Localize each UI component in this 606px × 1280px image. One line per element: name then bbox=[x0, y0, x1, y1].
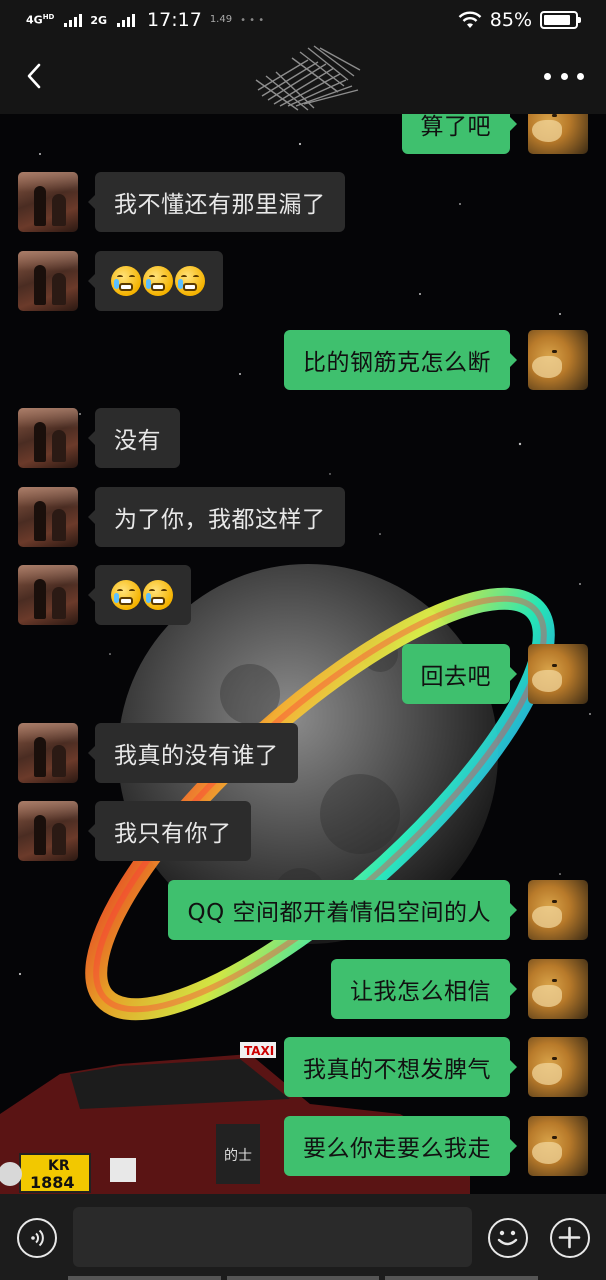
clock: 17:17 bbox=[147, 9, 202, 31]
plate-bottom-text: 1884 bbox=[30, 1173, 75, 1192]
status-right: 85% bbox=[458, 9, 581, 31]
status-bar: 4GHD 2G 17:17 1.49 • • • 85% bbox=[0, 0, 606, 40]
contact-avatar[interactable] bbox=[18, 172, 78, 232]
voice-icon bbox=[31, 1229, 44, 1247]
battery-percent: 85% bbox=[489, 9, 532, 31]
crying-face-icon bbox=[143, 266, 173, 296]
more-functions-button[interactable] bbox=[550, 1218, 590, 1258]
more-options-button[interactable] bbox=[544, 66, 584, 86]
my-avatar[interactable] bbox=[528, 1116, 588, 1176]
emoji-button[interactable] bbox=[488, 1218, 528, 1258]
crying-face-icon bbox=[143, 580, 173, 610]
message-bubble-received[interactable]: 为了你，我都这样了 bbox=[88, 487, 345, 547]
my-avatar[interactable] bbox=[528, 330, 588, 390]
my-avatar[interactable] bbox=[528, 959, 588, 1019]
taxi-sign-text: TAXI bbox=[244, 1044, 274, 1058]
message-input[interactable] bbox=[73, 1207, 472, 1267]
signal-bars-icon bbox=[117, 13, 136, 27]
crying-face-icon bbox=[111, 266, 141, 296]
contact-avatar[interactable] bbox=[18, 565, 78, 625]
crying-face-icon bbox=[111, 580, 141, 610]
my-avatar[interactable] bbox=[528, 1037, 588, 1097]
message-bubble-received-emoji[interactable] bbox=[88, 251, 223, 311]
message-bubble-sent[interactable]: 让我怎么相信 bbox=[331, 959, 517, 1019]
wifi-icon bbox=[458, 11, 482, 28]
gesture-bar bbox=[68, 1276, 539, 1280]
smiley-icon bbox=[497, 1230, 518, 1246]
taxi-door-text: 的士 bbox=[224, 1148, 252, 1164]
chat-area[interactable]: TAXI KR 1884 的士 算了吧 我不懂还有那里漏了 比的钢筋克怎么断 没… bbox=[0, 114, 606, 1194]
more-horizontal-icon bbox=[544, 72, 551, 80]
chevron-left-icon bbox=[27, 63, 41, 89]
message-bubble-received[interactable]: 我只有你了 bbox=[88, 801, 251, 861]
signal-bars-icon bbox=[64, 13, 83, 27]
my-avatar[interactable] bbox=[528, 114, 588, 154]
notification-dots-icon: • • • bbox=[240, 14, 265, 26]
message-bubble-received[interactable]: 我不懂还有那里漏了 bbox=[88, 172, 345, 232]
message-bubble-received-emoji[interactable] bbox=[88, 565, 191, 625]
voice-button[interactable] bbox=[17, 1218, 57, 1258]
my-avatar[interactable] bbox=[528, 880, 588, 940]
message-bubble-received[interactable]: 没有 bbox=[88, 408, 180, 468]
contact-avatar[interactable] bbox=[18, 408, 78, 468]
plus-icon bbox=[558, 1226, 581, 1249]
message-bubble-sent[interactable]: QQ 空间都开着情侣空间的人 bbox=[168, 880, 517, 940]
input-bar bbox=[0, 1194, 606, 1280]
contact-avatar[interactable] bbox=[18, 801, 78, 861]
chat-header bbox=[0, 40, 606, 114]
message-bubble-sent[interactable]: 算了吧 bbox=[401, 114, 517, 154]
back-button[interactable] bbox=[16, 58, 52, 94]
battery-icon bbox=[540, 11, 581, 29]
message-bubble-sent[interactable]: 回去吧 bbox=[401, 644, 517, 704]
message-bubble-received[interactable]: 我真的没有谁了 bbox=[88, 723, 298, 783]
my-avatar[interactable] bbox=[528, 644, 588, 704]
message-bubble-sent[interactable]: 我真的不想发脾气 bbox=[284, 1037, 517, 1097]
contact-avatar[interactable] bbox=[18, 487, 78, 547]
plate-top-text: KR bbox=[48, 1158, 70, 1174]
message-bubble-sent[interactable]: 要么你走要么我走 bbox=[284, 1116, 517, 1176]
network-speed: 1.49 bbox=[209, 14, 233, 25]
contact-name-scribble bbox=[255, 45, 361, 111]
network-2g-indicator: 2G bbox=[90, 13, 108, 27]
status-left: 4GHD 2G 17:17 1.49 • • • bbox=[26, 9, 264, 31]
network-4g-indicator: 4GHD bbox=[26, 13, 55, 27]
crying-face-icon bbox=[175, 266, 205, 296]
contact-avatar[interactable] bbox=[18, 723, 78, 783]
contact-avatar[interactable] bbox=[18, 251, 78, 311]
message-bubble-sent[interactable]: 比的钢筋克怎么断 bbox=[284, 330, 517, 390]
